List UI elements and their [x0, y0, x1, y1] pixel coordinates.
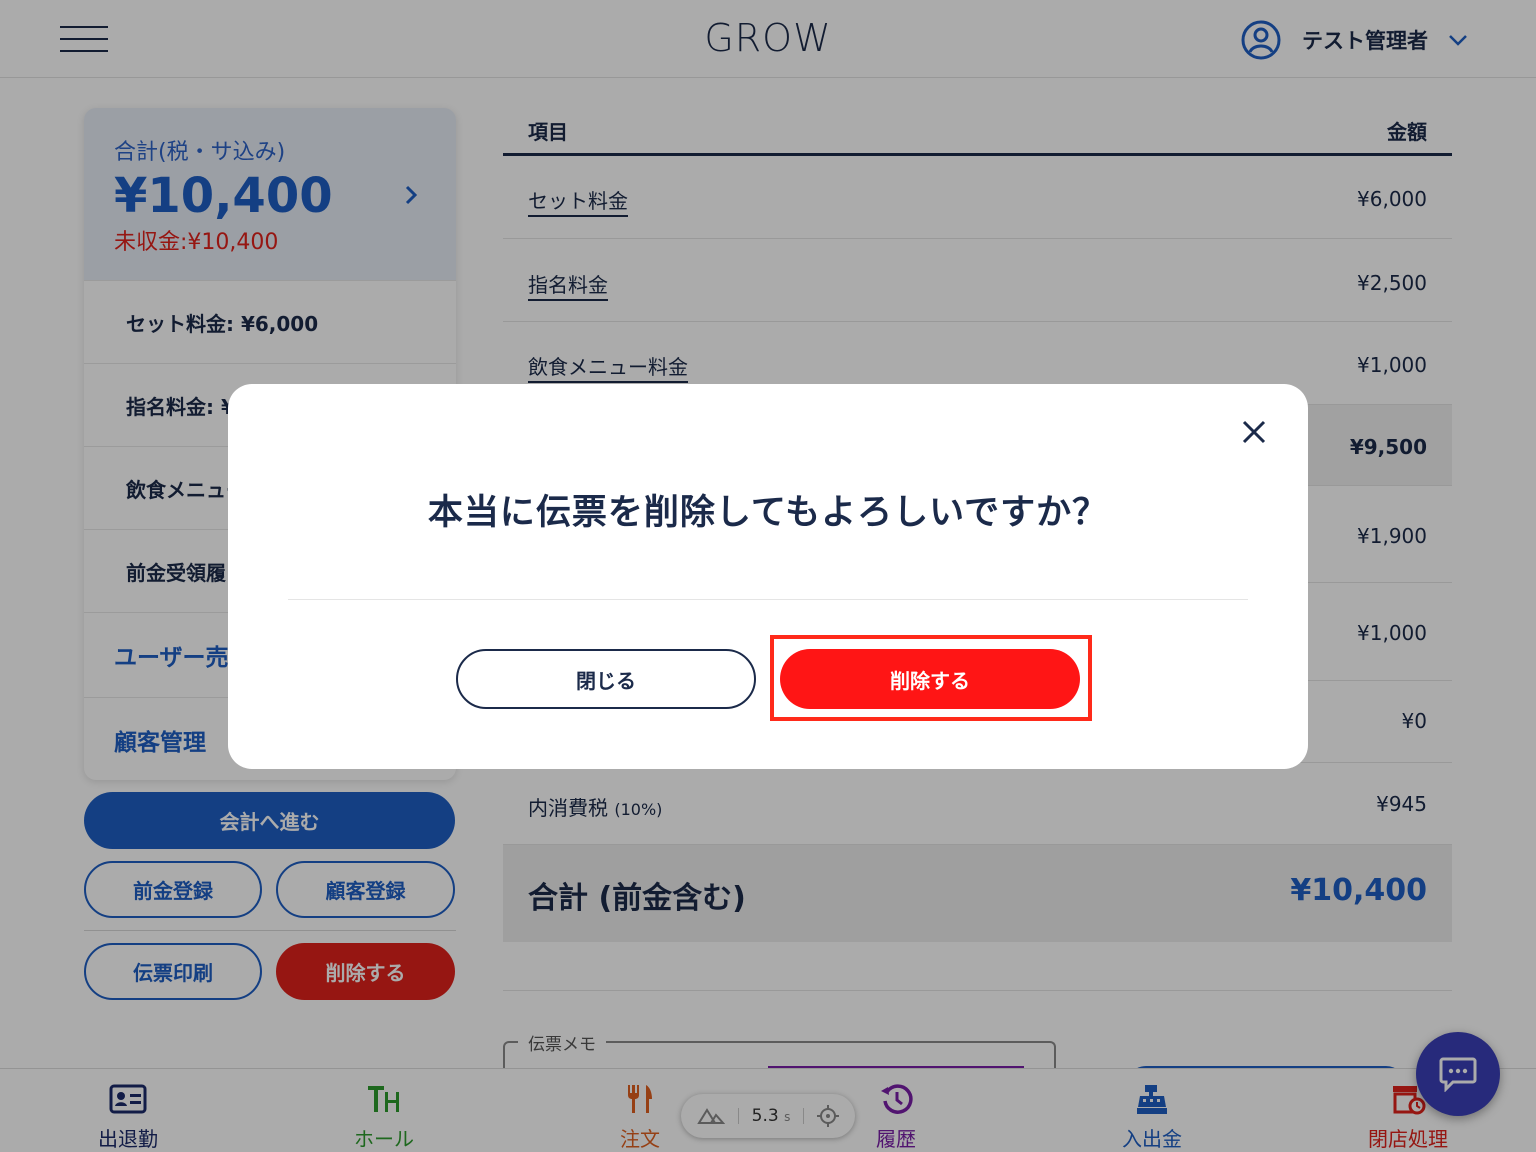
highlight-annotation	[770, 635, 1092, 721]
divider	[288, 599, 1248, 600]
confirm-delete-dialog: 本当に伝票を削除してもよろしいですか？ 閉じる 削除する	[228, 384, 1308, 769]
dialog-close-button[interactable]: 閉じる	[456, 649, 756, 709]
close-icon[interactable]	[1236, 414, 1272, 450]
dialog-title: 本当に伝票を削除してもよろしいですか？	[427, 493, 1109, 533]
